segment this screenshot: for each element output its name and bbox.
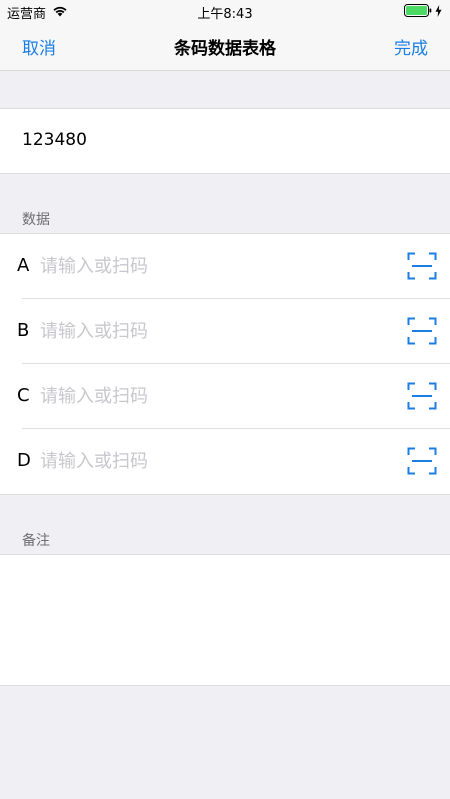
scan-icon[interactable] [407, 447, 437, 475]
row-label: B [17, 320, 30, 341]
status-right [404, 4, 442, 21]
data-input-a[interactable] [40, 252, 380, 280]
row-label: A [17, 255, 30, 276]
data-input-c[interactable] [40, 382, 380, 410]
nav-bar: 取消 条码数据表格 完成 [0, 24, 450, 71]
barcode-cell[interactable]: 123480 [0, 108, 450, 174]
scan-icon[interactable] [407, 382, 437, 410]
battery-icon [404, 4, 432, 21]
page-title: 条码数据表格 [174, 39, 276, 59]
notes-section-header: 备注 [22, 533, 50, 549]
status-bar: 运营商 上午8:43 [0, 0, 450, 24]
charging-icon [435, 4, 442, 21]
done-button[interactable]: 完成 [394, 34, 428, 59]
data-section-header: 数据 [22, 212, 50, 228]
row-label: C [17, 385, 30, 406]
notes-area [0, 554, 450, 686]
status-time: 上午8:43 [197, 7, 253, 22]
data-row-c: C [0, 364, 450, 429]
data-row-d: D [0, 429, 450, 494]
scan-icon[interactable] [407, 252, 437, 280]
data-list: A B C [0, 233, 450, 495]
scan-icon[interactable] [407, 317, 437, 345]
data-input-d[interactable] [40, 447, 380, 475]
notes-input[interactable] [18, 565, 432, 677]
row-label: D [17, 450, 31, 471]
barcode-value: 123480 [22, 130, 87, 150]
data-row-a: A [0, 234, 450, 299]
data-input-b[interactable] [40, 317, 380, 345]
data-row-b: B [0, 299, 450, 364]
